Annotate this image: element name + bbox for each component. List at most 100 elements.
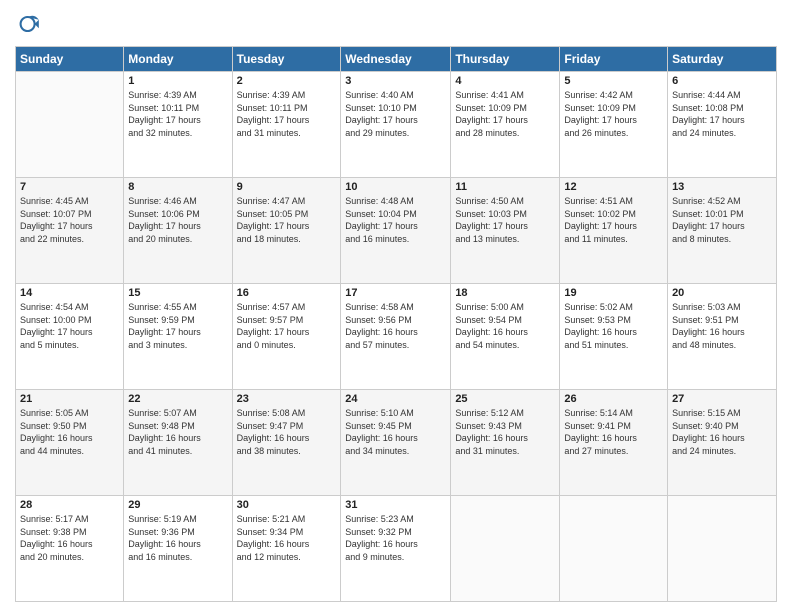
day-info: Sunrise: 5:19 AM Sunset: 9:36 PM Dayligh… (128, 513, 227, 563)
day-number: 22 (128, 393, 227, 405)
calendar-day-cell: 11Sunrise: 4:50 AM Sunset: 10:03 PM Dayl… (451, 178, 560, 284)
day-number: 6 (672, 75, 772, 87)
day-info: Sunrise: 4:41 AM Sunset: 10:09 PM Daylig… (455, 89, 555, 139)
day-info: Sunrise: 4:39 AM Sunset: 10:11 PM Daylig… (128, 89, 227, 139)
day-number: 30 (237, 499, 337, 511)
day-info: Sunrise: 5:12 AM Sunset: 9:43 PM Dayligh… (455, 407, 555, 457)
day-number: 18 (455, 287, 555, 299)
day-number: 16 (237, 287, 337, 299)
day-number: 28 (20, 499, 119, 511)
day-info: Sunrise: 4:54 AM Sunset: 10:00 PM Daylig… (20, 301, 119, 351)
day-number: 19 (564, 287, 663, 299)
day-number: 26 (564, 393, 663, 405)
day-info: Sunrise: 5:08 AM Sunset: 9:47 PM Dayligh… (237, 407, 337, 457)
day-number: 20 (672, 287, 772, 299)
day-info: Sunrise: 4:57 AM Sunset: 9:57 PM Dayligh… (237, 301, 337, 351)
day-number: 10 (345, 181, 446, 193)
calendar-day-cell: 19 Sunrise: 5:02 AM Sunset: 9:53 PM Dayli… (560, 284, 668, 390)
day-number: 4 (455, 75, 555, 87)
calendar-day-cell: 4 Sunrise: 4:41 AM Sunset: 10:09 PM Dayli… (451, 72, 560, 178)
day-info: Sunrise: 4:58 AM Sunset: 9:56 PM Dayligh… (345, 301, 446, 351)
calendar-day-cell: 10 Sunrise: 4:48 AM Sunset: 10:04 PM Dayl… (341, 178, 451, 284)
calendar-day-cell: 26 Sunrise: 5:14 AM Sunset: 9:41 PM Dayli… (560, 390, 668, 496)
logo (15, 10, 47, 38)
day-number: 24 (345, 393, 446, 405)
calendar-day-cell: 31 Sunrise: 5:23 AM Sunset: 9:32 PM Dayli… (341, 496, 451, 602)
calendar-day-cell: 7 Sunrise: 4:45 AM Sunset: 10:07 PM Dayli… (16, 178, 124, 284)
calendar-day-cell (451, 496, 560, 602)
day-number: 12 (564, 181, 663, 193)
calendar-day-cell (16, 72, 124, 178)
day-of-week-header: Monday (124, 47, 232, 72)
calendar-day-cell: 28Sunrise: 5:17 AM Sunset: 9:38 PM Dayli… (16, 496, 124, 602)
calendar-day-cell: 9Sunrise: 4:47 AM Sunset: 10:05 PM Dayli… (232, 178, 341, 284)
calendar-day-cell: 6 Sunrise: 4:44 AM Sunset: 10:08 PM Dayli… (668, 72, 777, 178)
calendar-day-cell: 15 Sunrise: 4:55 AM Sunset: 9:59 PM Dayli… (124, 284, 232, 390)
day-info: Sunrise: 4:39 AM Sunset: 10:11 PM Daylig… (237, 89, 337, 139)
day-info: Sunrise: 4:40 AM Sunset: 10:10 PM Daylig… (345, 89, 446, 139)
calendar-day-cell: 14Sunrise: 4:54 AM Sunset: 10:00 PM Dayl… (16, 284, 124, 390)
day-info: Sunrise: 4:47 AM Sunset: 10:05 PM Daylig… (237, 195, 337, 245)
calendar-day-cell: 24 Sunrise: 5:10 AM Sunset: 9:45 PM Dayli… (341, 390, 451, 496)
calendar-day-cell: 25Sunrise: 5:12 AM Sunset: 9:43 PM Dayli… (451, 390, 560, 496)
day-info: Sunrise: 5:15 AM Sunset: 9:40 PM Dayligh… (672, 407, 772, 457)
day-of-week-header: Saturday (668, 47, 777, 72)
day-number: 2 (237, 75, 337, 87)
day-info: Sunrise: 5:23 AM Sunset: 9:32 PM Dayligh… (345, 513, 446, 563)
day-number: 5 (564, 75, 663, 87)
day-info: Sunrise: 4:42 AM Sunset: 10:09 PM Daylig… (564, 89, 663, 139)
day-info: Sunrise: 4:50 AM Sunset: 10:03 PM Daylig… (455, 195, 555, 245)
calendar-day-cell: 21 Sunrise: 5:05 AM Sunset: 9:50 PM Dayli… (16, 390, 124, 496)
day-number: 27 (672, 393, 772, 405)
day-of-week-header: Thursday (451, 47, 560, 72)
calendar-day-cell: 18Sunrise: 5:00 AM Sunset: 9:54 PM Dayli… (451, 284, 560, 390)
day-info: Sunrise: 4:45 AM Sunset: 10:07 PM Daylig… (20, 195, 119, 245)
calendar-day-cell: 29 Sunrise: 5:19 AM Sunset: 9:36 PM Dayli… (124, 496, 232, 602)
calendar-week-row: 21 Sunrise: 5:05 AM Sunset: 9:50 PM Dayli… (16, 390, 777, 496)
calendar-day-cell: 1 Sunrise: 4:39 AM Sunset: 10:11 PM Dayli… (124, 72, 232, 178)
day-info: Sunrise: 5:03 AM Sunset: 9:51 PM Dayligh… (672, 301, 772, 351)
day-info: Sunrise: 4:52 AM Sunset: 10:01 PM Daylig… (672, 195, 772, 245)
day-info: Sunrise: 4:48 AM Sunset: 10:04 PM Daylig… (345, 195, 446, 245)
day-info: Sunrise: 4:44 AM Sunset: 10:08 PM Daylig… (672, 89, 772, 139)
day-info: Sunrise: 5:07 AM Sunset: 9:48 PM Dayligh… (128, 407, 227, 457)
calendar-day-cell: 20 Sunrise: 5:03 AM Sunset: 9:51 PM Dayli… (668, 284, 777, 390)
day-number: 21 (20, 393, 119, 405)
day-info: Sunrise: 4:55 AM Sunset: 9:59 PM Dayligh… (128, 301, 227, 351)
logo-icon (15, 10, 43, 38)
day-of-week-header: Friday (560, 47, 668, 72)
calendar-day-cell: 3 Sunrise: 4:40 AM Sunset: 10:10 PM Dayli… (341, 72, 451, 178)
calendar-day-cell (668, 496, 777, 602)
calendar-page: SundayMondayTuesdayWednesdayThursdayFrid… (0, 0, 792, 612)
day-info: Sunrise: 5:05 AM Sunset: 9:50 PM Dayligh… (20, 407, 119, 457)
day-number: 8 (128, 181, 227, 193)
calendar-week-row: 1 Sunrise: 4:39 AM Sunset: 10:11 PM Dayli… (16, 72, 777, 178)
calendar-day-cell: 12 Sunrise: 4:51 AM Sunset: 10:02 PM Dayl… (560, 178, 668, 284)
day-of-week-header: Sunday (16, 47, 124, 72)
calendar-day-cell: 30Sunrise: 5:21 AM Sunset: 9:34 PM Dayli… (232, 496, 341, 602)
day-info: Sunrise: 5:02 AM Sunset: 9:53 PM Dayligh… (564, 301, 663, 351)
day-of-week-header: Tuesday (232, 47, 341, 72)
calendar-week-row: 14Sunrise: 4:54 AM Sunset: 10:00 PM Dayl… (16, 284, 777, 390)
calendar-week-row: 28Sunrise: 5:17 AM Sunset: 9:38 PM Dayli… (16, 496, 777, 602)
calendar-day-cell: 22 Sunrise: 5:07 AM Sunset: 9:48 PM Dayli… (124, 390, 232, 496)
day-info: Sunrise: 5:14 AM Sunset: 9:41 PM Dayligh… (564, 407, 663, 457)
calendar-table: SundayMondayTuesdayWednesdayThursdayFrid… (15, 46, 777, 602)
day-info: Sunrise: 4:46 AM Sunset: 10:06 PM Daylig… (128, 195, 227, 245)
day-number: 29 (128, 499, 227, 511)
day-number: 7 (20, 181, 119, 193)
calendar-day-cell: 5 Sunrise: 4:42 AM Sunset: 10:09 PM Dayli… (560, 72, 668, 178)
day-number: 3 (345, 75, 446, 87)
day-number: 13 (672, 181, 772, 193)
day-info: Sunrise: 5:10 AM Sunset: 9:45 PM Dayligh… (345, 407, 446, 457)
day-number: 15 (128, 287, 227, 299)
day-number: 31 (345, 499, 446, 511)
calendar-day-cell: 8 Sunrise: 4:46 AM Sunset: 10:06 PM Dayli… (124, 178, 232, 284)
calendar-day-cell: 2 Sunrise: 4:39 AM Sunset: 10:11 PM Dayli… (232, 72, 341, 178)
day-number: 1 (128, 75, 227, 87)
calendar-day-cell (560, 496, 668, 602)
calendar-day-cell: 17Sunrise: 4:58 AM Sunset: 9:56 PM Dayli… (341, 284, 451, 390)
day-info: Sunrise: 4:51 AM Sunset: 10:02 PM Daylig… (564, 195, 663, 245)
header (15, 10, 777, 38)
calendar-day-cell: 23Sunrise: 5:08 AM Sunset: 9:47 PM Dayli… (232, 390, 341, 496)
